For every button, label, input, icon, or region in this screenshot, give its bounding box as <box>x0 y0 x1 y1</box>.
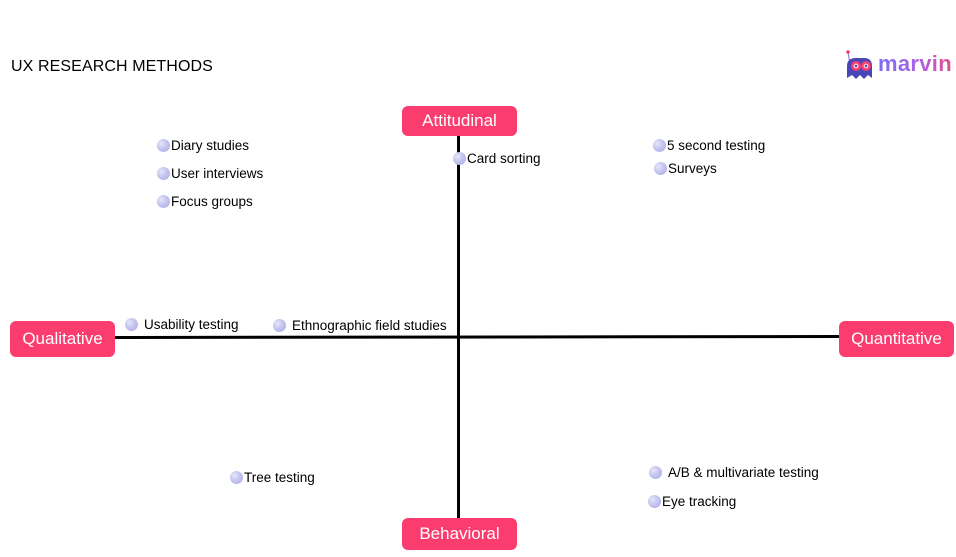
method-label: Tree testing <box>244 470 315 485</box>
bullet-dot-icon <box>653 139 666 152</box>
bullet-dot-icon <box>453 152 466 165</box>
method-label: Card sorting <box>467 151 541 166</box>
method-label: 5 second testing <box>667 138 766 153</box>
axis-label-attitudinal: Attitudinal <box>402 106 517 136</box>
method-item: 5 second testing <box>653 138 765 153</box>
method-label: User interviews <box>171 166 264 181</box>
vertical-axis <box>457 134 460 520</box>
method-label: Eye tracking <box>662 494 737 509</box>
method-item: Diary studies <box>157 138 249 153</box>
method-item: A/B & multivariate testing <box>649 465 819 480</box>
method-item: Focus groups <box>157 194 253 209</box>
method-label: Usability testing <box>144 317 239 332</box>
method-item: Ethnographic field studies <box>273 318 447 333</box>
bullet-dot-icon <box>654 162 667 175</box>
bullet-dot-icon <box>230 471 243 484</box>
method-label: Diary studies <box>171 138 250 153</box>
method-item: Usability testing <box>125 317 239 332</box>
axis-label-behavioral: Behavioral <box>402 518 517 550</box>
marvin-logo: marvin <box>842 48 952 82</box>
method-label: Surveys <box>668 161 717 176</box>
marvin-robot-logo-icon <box>846 50 872 79</box>
bullet-dot-icon <box>125 318 138 331</box>
method-label: Focus groups <box>171 194 253 209</box>
axis-label-quantitative: Quantitative <box>839 321 954 357</box>
bullet-dot-icon <box>157 167 170 180</box>
axis-label-qualitative: Qualitative <box>10 321 115 357</box>
method-item: Card sorting <box>453 151 541 166</box>
logo-text: marvin <box>878 51 952 76</box>
page-title: UX RESEARCH METHODS <box>11 58 213 75</box>
method-item: Eye tracking <box>648 494 736 509</box>
method-item: Tree testing <box>230 470 315 485</box>
method-item: Surveys <box>654 161 717 176</box>
bullet-dot-icon <box>648 495 661 508</box>
method-label: Ethnographic field studies <box>292 318 447 333</box>
bullet-dot-icon <box>157 195 170 208</box>
horizontal-axis <box>113 334 841 339</box>
bullet-dot-icon <box>649 466 662 479</box>
bullet-dot-icon <box>273 319 286 332</box>
bullet-dot-icon <box>157 139 170 152</box>
method-label: A/B & multivariate testing <box>668 465 819 480</box>
method-item: User interviews <box>157 166 263 181</box>
